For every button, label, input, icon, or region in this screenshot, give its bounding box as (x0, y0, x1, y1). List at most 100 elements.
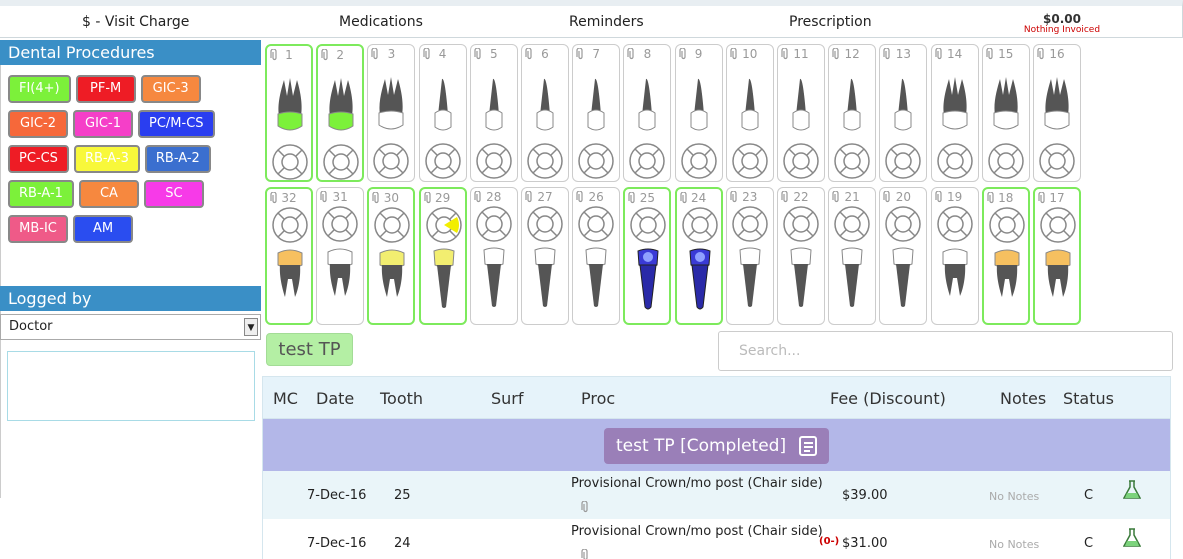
procedure-button[interactable]: PC-CS (8, 145, 69, 173)
tooth-3[interactable]: 3 (367, 44, 416, 182)
row-notes[interactable]: No Notes (989, 490, 1039, 503)
tooth-30[interactable]: 30 (367, 187, 416, 325)
procedure-button[interactable]: PC/M-CS (138, 110, 215, 138)
procedure-button[interactable]: GIC-2 (8, 110, 68, 138)
tooth-23[interactable]: 23 (725, 187, 774, 325)
tooth-19[interactable]: 19 (930, 187, 979, 325)
tooth-21[interactable]: 21 (828, 187, 877, 325)
col-proc: Proc (581, 389, 616, 408)
document-icon[interactable] (799, 436, 817, 456)
flask-icon[interactable] (1123, 528, 1141, 548)
tooth-number: 16 (1049, 47, 1065, 61)
tooth-number: 9 (694, 47, 703, 61)
tooth-26[interactable]: 26 (572, 187, 621, 325)
tooth-5[interactable]: 5 (469, 44, 518, 182)
tooth-number: 7 (592, 47, 600, 61)
row-fee: $39.00 (842, 488, 888, 503)
tooth-number: 24 (690, 191, 707, 205)
tooth-14[interactable]: 14 (930, 44, 979, 182)
tooth-number: 4 (438, 47, 447, 61)
tooth-8[interactable]: 8 (623, 44, 672, 182)
tooth-4[interactable]: 4 (418, 44, 467, 182)
visit-charge-tab[interactable]: $ - Visit Charge (82, 14, 189, 30)
logged-by-select[interactable]: Doctor ▼ (0, 314, 261, 340)
paperclip-icon[interactable] (581, 549, 590, 559)
table-row[interactable]: 7-Dec-16 25 Provisional Crown/mo post (Cha… (263, 471, 1170, 519)
tooth-1[interactable]: 1 (265, 44, 313, 182)
procedure-button[interactable]: PF-M (75, 75, 136, 103)
procedure-button[interactable]: AM (73, 215, 133, 243)
flask-icon[interactable] (1123, 480, 1141, 500)
procedure-button[interactable]: CA (78, 180, 139, 208)
plan-group-button[interactable]: test TP [Completed] (604, 428, 829, 464)
tooth-7[interactable]: 7 (572, 44, 621, 182)
procedure-button[interactable]: RB-A-1 (8, 180, 74, 208)
procedure-button[interactable]: RB-A-3 (73, 145, 140, 173)
procedure-button[interactable]: MB-IC (8, 215, 68, 243)
tooth-16[interactable]: 16 (1033, 44, 1081, 182)
tooth-crown-root (534, 247, 556, 307)
procedure-button[interactable]: GIC-1 (73, 110, 133, 138)
tooth-number: 6 (541, 47, 549, 61)
tooth-number: 27 (537, 190, 553, 204)
tooth-occlusal (885, 143, 922, 179)
tooth-17[interactable]: 17 (1033, 187, 1081, 325)
tooth-25[interactable]: 25 (623, 187, 672, 325)
tooth-crown-root (434, 78, 452, 131)
tooth-occlusal (936, 143, 973, 179)
left-panel: Dental Procedures FI(4+) PF-M GIC-3 GIC-2 GI… (0, 40, 261, 559)
tooth-12[interactable]: 12 (828, 44, 877, 182)
tooth-occlusal (1040, 207, 1076, 243)
tooth-11[interactable]: 11 (777, 44, 825, 182)
tooth-10[interactable]: 10 (725, 44, 774, 182)
tooth-18[interactable]: 18 (981, 187, 1030, 325)
treatment-plan-button[interactable]: test TP (266, 333, 353, 366)
chevron-down-icon[interactable]: ▼ (244, 318, 258, 336)
tooth-number: 14 (946, 47, 963, 61)
tooth-crown-root (378, 77, 404, 130)
row-tooth: 25 (394, 488, 411, 503)
tooth-29[interactable]: 29 (418, 187, 467, 325)
tooth-crown-root (433, 248, 455, 308)
tooth-28[interactable]: 28 (469, 187, 518, 325)
tooth-occlusal (425, 207, 462, 243)
tooth-crown-root (993, 77, 1019, 130)
top-bar: $ - Visit Charge Medications Reminders P… (0, 0, 1183, 38)
tooth-32[interactable]: 32 (265, 187, 313, 325)
row-proc: Provisional Crown/mo post (Chair side) (571, 476, 823, 491)
tooth-31[interactable]: 31 (316, 187, 365, 325)
notes-textarea[interactable] (7, 351, 255, 421)
search-input[interactable]: Search... (718, 331, 1173, 371)
tooth-6[interactable]: 6 (521, 44, 569, 182)
tooth-occlusal (989, 207, 1025, 243)
col-status: Status (1063, 389, 1114, 408)
row-notes[interactable]: No Notes (989, 538, 1039, 551)
tooth-2[interactable]: 2 (316, 44, 365, 182)
tooth-24[interactable]: 24 (674, 187, 723, 325)
medications-tab[interactable]: Medications (339, 14, 423, 30)
tooth-20[interactable]: 20 (879, 187, 928, 325)
prescription-tab[interactable]: Prescription (789, 14, 872, 30)
tooth-number: 1 (285, 48, 293, 62)
paperclip-icon[interactable] (581, 501, 590, 513)
tooth-number: 8 (643, 47, 652, 61)
procedure-button[interactable]: SC (143, 180, 204, 208)
procedure-button[interactable]: RB-A-2 (144, 145, 211, 173)
table-row[interactable]: 7-Dec-16 24 Provisional Crown/mo post (Cha… (263, 519, 1170, 559)
tooth-9[interactable]: 9 (674, 44, 723, 182)
tooth-occlusal (834, 143, 870, 179)
procedure-table: MC Date Tooth Surf Proc Fee (Discount) N… (262, 376, 1171, 559)
tooth-occlusal (783, 143, 819, 179)
tooth-number: 11 (793, 47, 809, 61)
reminders-tab[interactable]: Reminders (569, 14, 644, 30)
tooth-13[interactable]: 13 (879, 44, 928, 182)
procedure-button[interactable]: FI(4+) (8, 75, 71, 103)
tooth-crown-root (485, 78, 503, 131)
tooth-chart: 1 2 3 4 5 6 7 8 9 10 11 12 13 14 15 16 32 31 30 29 28 27 26 25 2… (265, 44, 1081, 328)
tooth-crown-root (1045, 249, 1071, 297)
tooth-27[interactable]: 27 (521, 187, 569, 325)
procedure-button[interactable]: GIC-3 (140, 75, 201, 103)
tooth-number: 10 (742, 47, 758, 61)
tooth-22[interactable]: 22 (777, 187, 825, 325)
tooth-15[interactable]: 15 (981, 44, 1030, 182)
